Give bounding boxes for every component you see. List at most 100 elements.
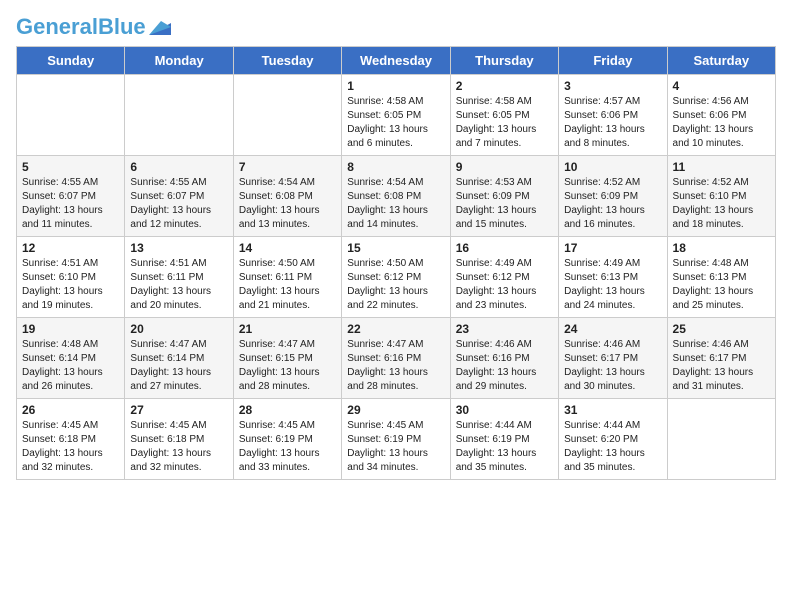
calendar-cell (125, 75, 233, 156)
day-info: Sunrise: 4:45 AM Sunset: 6:18 PM Dayligh… (130, 419, 227, 475)
day-info: Sunrise: 4:45 AM Sunset: 6:19 PM Dayligh… (239, 419, 336, 475)
calendar-cell: 15Sunrise: 4:50 AM Sunset: 6:12 PM Dayli… (342, 237, 450, 318)
day-number: 7 (239, 160, 336, 174)
day-number: 28 (239, 403, 336, 417)
day-number: 22 (347, 322, 444, 336)
calendar-cell: 30 Sunrise: 4:44 AM Sunset: 6:19 PM Dayli… (450, 399, 558, 480)
day-info: Sunrise: 4:55 AM Sunset: 6:07 PM Dayligh… (22, 176, 119, 232)
logo-text: GeneralBlue (16, 16, 146, 38)
day-number: 15 (347, 241, 444, 255)
day-info: Sunrise: 4:53 AM Sunset: 6:09 PM Dayligh… (456, 176, 553, 232)
calendar-cell: 8Sunrise: 4:54 AM Sunset: 6:08 PM Daylig… (342, 156, 450, 237)
day-info: Sunrise: 4:58 AM Sunset: 6:05 PM Dayligh… (347, 95, 444, 151)
day-number: 14 (239, 241, 336, 255)
calendar-cell: 16Sunrise: 4:49 AM Sunset: 6:12 PM Dayli… (450, 237, 558, 318)
day-info: Sunrise: 4:48 AM Sunset: 6:13 PM Dayligh… (673, 257, 770, 313)
calendar-cell: 17 Sunrise: 4:49 AM Sunset: 6:13 PM Dayli… (559, 237, 667, 318)
logo-icon (149, 19, 171, 35)
calendar-cell: 10 Sunrise: 4:52 AM Sunset: 6:09 PM Dayli… (559, 156, 667, 237)
calendar-header-saturday: Saturday (667, 47, 775, 75)
calendar-header-tuesday: Tuesday (233, 47, 341, 75)
calendar-cell: 6Sunrise: 4:55 AM Sunset: 6:07 PM Daylig… (125, 156, 233, 237)
calendar-cell: 13Sunrise: 4:51 AM Sunset: 6:11 PM Dayli… (125, 237, 233, 318)
calendar-cell: 28 Sunrise: 4:45 AM Sunset: 6:19 PM Dayli… (233, 399, 341, 480)
day-number: 1 (347, 79, 444, 93)
calendar-cell: 11 Sunrise: 4:52 AM Sunset: 6:10 PM Dayli… (667, 156, 775, 237)
day-info: Sunrise: 4:51 AM Sunset: 6:11 PM Dayligh… (130, 257, 227, 313)
calendar-week-1: 5Sunrise: 4:55 AM Sunset: 6:07 PM Daylig… (17, 156, 776, 237)
day-number: 9 (456, 160, 553, 174)
calendar-table: SundayMondayTuesdayWednesdayThursdayFrid… (16, 46, 776, 480)
calendar-week-2: 12 Sunrise: 4:51 AM Sunset: 6:10 PM Dayli… (17, 237, 776, 318)
day-info: Sunrise: 4:52 AM Sunset: 6:10 PM Dayligh… (673, 176, 770, 232)
calendar-cell: 3Sunrise: 4:57 AM Sunset: 6:06 PM Daylig… (559, 75, 667, 156)
day-info: Sunrise: 4:58 AM Sunset: 6:05 PM Dayligh… (456, 95, 553, 151)
calendar-cell: 27 Sunrise: 4:45 AM Sunset: 6:18 PM Dayli… (125, 399, 233, 480)
calendar-header-friday: Friday (559, 47, 667, 75)
day-number: 10 (564, 160, 661, 174)
day-number: 16 (456, 241, 553, 255)
day-info: Sunrise: 4:46 AM Sunset: 6:17 PM Dayligh… (564, 338, 661, 394)
calendar-cell: 26 Sunrise: 4:45 AM Sunset: 6:18 PM Dayli… (17, 399, 125, 480)
calendar-header-thursday: Thursday (450, 47, 558, 75)
calendar-header-row: SundayMondayTuesdayWednesdayThursdayFrid… (17, 47, 776, 75)
day-info: Sunrise: 4:46 AM Sunset: 6:16 PM Dayligh… (456, 338, 553, 394)
calendar-cell: 18 Sunrise: 4:48 AM Sunset: 6:13 PM Dayli… (667, 237, 775, 318)
day-info: Sunrise: 4:51 AM Sunset: 6:10 PM Dayligh… (22, 257, 119, 313)
calendar-cell: 7 Sunrise: 4:54 AM Sunset: 6:08 PM Daylig… (233, 156, 341, 237)
calendar-cell: 9 Sunrise: 4:53 AM Sunset: 6:09 PM Daylig… (450, 156, 558, 237)
calendar-week-0: 1 Sunrise: 4:58 AM Sunset: 6:05 PM Daylig… (17, 75, 776, 156)
day-info: Sunrise: 4:44 AM Sunset: 6:20 PM Dayligh… (564, 419, 661, 475)
calendar-cell: 2 Sunrise: 4:58 AM Sunset: 6:05 PM Daylig… (450, 75, 558, 156)
day-info: Sunrise: 4:54 AM Sunset: 6:08 PM Dayligh… (347, 176, 444, 232)
day-number: 27 (130, 403, 227, 417)
day-info: Sunrise: 4:47 AM Sunset: 6:16 PM Dayligh… (347, 338, 444, 394)
day-number: 4 (673, 79, 770, 93)
calendar-cell: 29 Sunrise: 4:45 AM Sunset: 6:19 PM Dayli… (342, 399, 450, 480)
day-info: Sunrise: 4:55 AM Sunset: 6:07 PM Dayligh… (130, 176, 227, 232)
calendar-header-wednesday: Wednesday (342, 47, 450, 75)
calendar-cell: 23Sunrise: 4:46 AM Sunset: 6:16 PM Dayli… (450, 318, 558, 399)
day-info: Sunrise: 4:46 AM Sunset: 6:17 PM Dayligh… (673, 338, 770, 394)
day-info: Sunrise: 4:56 AM Sunset: 6:06 PM Dayligh… (673, 95, 770, 151)
calendar-cell: 25 Sunrise: 4:46 AM Sunset: 6:17 PM Dayli… (667, 318, 775, 399)
calendar-cell: 14 Sunrise: 4:50 AM Sunset: 6:11 PM Dayli… (233, 237, 341, 318)
day-number: 31 (564, 403, 661, 417)
day-info: Sunrise: 4:45 AM Sunset: 6:18 PM Dayligh… (22, 419, 119, 475)
day-number: 12 (22, 241, 119, 255)
calendar-week-4: 26 Sunrise: 4:45 AM Sunset: 6:18 PM Dayli… (17, 399, 776, 480)
day-number: 30 (456, 403, 553, 417)
day-number: 17 (564, 241, 661, 255)
day-number: 29 (347, 403, 444, 417)
day-info: Sunrise: 4:44 AM Sunset: 6:19 PM Dayligh… (456, 419, 553, 475)
calendar-cell: 24 Sunrise: 4:46 AM Sunset: 6:17 PM Dayli… (559, 318, 667, 399)
calendar-cell: 21Sunrise: 4:47 AM Sunset: 6:15 PM Dayli… (233, 318, 341, 399)
logo: GeneralBlue (16, 16, 171, 38)
day-info: Sunrise: 4:52 AM Sunset: 6:09 PM Dayligh… (564, 176, 661, 232)
calendar-cell (17, 75, 125, 156)
calendar-cell: 20 Sunrise: 4:47 AM Sunset: 6:14 PM Dayli… (125, 318, 233, 399)
calendar-week-3: 19Sunrise: 4:48 AM Sunset: 6:14 PM Dayli… (17, 318, 776, 399)
calendar-cell: 4 Sunrise: 4:56 AM Sunset: 6:06 PM Daylig… (667, 75, 775, 156)
day-info: Sunrise: 4:50 AM Sunset: 6:11 PM Dayligh… (239, 257, 336, 313)
calendar-cell: 5Sunrise: 4:55 AM Sunset: 6:07 PM Daylig… (17, 156, 125, 237)
day-number: 3 (564, 79, 661, 93)
day-number: 11 (673, 160, 770, 174)
day-info: Sunrise: 4:47 AM Sunset: 6:14 PM Dayligh… (130, 338, 227, 394)
calendar-cell: 22 Sunrise: 4:47 AM Sunset: 6:16 PM Dayli… (342, 318, 450, 399)
header: GeneralBlue (16, 16, 776, 38)
day-number: 20 (130, 322, 227, 336)
day-number: 26 (22, 403, 119, 417)
calendar-cell (233, 75, 341, 156)
day-info: Sunrise: 4:47 AM Sunset: 6:15 PM Dayligh… (239, 338, 336, 394)
day-number: 18 (673, 241, 770, 255)
day-number: 24 (564, 322, 661, 336)
day-info: Sunrise: 4:45 AM Sunset: 6:19 PM Dayligh… (347, 419, 444, 475)
day-number: 25 (673, 322, 770, 336)
day-number: 19 (22, 322, 119, 336)
day-info: Sunrise: 4:49 AM Sunset: 6:13 PM Dayligh… (564, 257, 661, 313)
day-number: 2 (456, 79, 553, 93)
day-info: Sunrise: 4:54 AM Sunset: 6:08 PM Dayligh… (239, 176, 336, 232)
logo-blue: Blue (98, 14, 146, 39)
calendar-header-sunday: Sunday (17, 47, 125, 75)
